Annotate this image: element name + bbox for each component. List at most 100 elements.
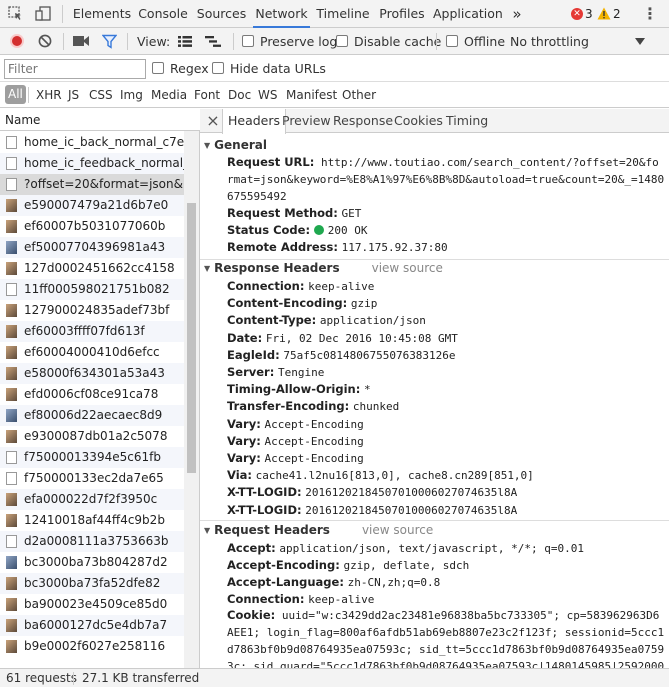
- request-row[interactable]: ba6000127dc5e4db7a7: [0, 615, 184, 636]
- large-rows-icon[interactable]: [178, 36, 192, 47]
- response-headers-section-header[interactable]: ▼ Response Headers view source: [204, 260, 443, 277]
- error-count[interactable]: 3: [585, 0, 593, 28]
- request-row[interactable]: d2a0008111a3753663b: [0, 531, 184, 552]
- request-view-source-link[interactable]: view source: [362, 523, 433, 537]
- request-row[interactable]: home_ic_feedback_normal_...: [0, 153, 184, 174]
- scrollbar-thumb[interactable]: [187, 203, 196, 473]
- request-row[interactable]: efa000022d7f2f3950c: [0, 489, 184, 510]
- throttling-dropdown-icon[interactable]: [635, 38, 645, 45]
- hide-data-urls-label[interactable]: Hide data URLs: [230, 55, 326, 82]
- header-value: keep-alive: [308, 280, 375, 293]
- type-xhr[interactable]: XHR: [36, 82, 62, 108]
- request-row[interactable]: bc3000ba73fa52dfe82: [0, 573, 184, 594]
- inspect-element-icon[interactable]: [8, 6, 23, 21]
- tab-sources[interactable]: Sources: [194, 0, 249, 28]
- type-js[interactable]: JS: [68, 82, 79, 108]
- warning-icon[interactable]: [597, 7, 611, 20]
- image-thumbnail-icon: [6, 346, 17, 359]
- request-row[interactable]: 11ff000598021751b082: [0, 279, 184, 300]
- throttling-select[interactable]: No throttling: [510, 28, 589, 55]
- tab-timeline[interactable]: Timeline: [315, 0, 371, 28]
- filter-funnel-icon[interactable]: [101, 34, 118, 49]
- disable-cache-label[interactable]: Disable cache: [354, 28, 441, 55]
- devtools-menu-icon[interactable]: ⋮: [640, 0, 660, 28]
- type-img[interactable]: Img: [120, 82, 143, 108]
- request-name: 11ff000598021751b082: [24, 282, 170, 296]
- tab-preview[interactable]: Preview: [282, 109, 331, 133]
- tab-headers[interactable]: Headers: [222, 109, 287, 134]
- filter-input[interactable]: [4, 59, 146, 79]
- tab-response[interactable]: Response: [333, 109, 393, 133]
- request-row[interactable]: home_ic_back_normal_c7e1...: [0, 132, 184, 153]
- offline-label[interactable]: Offline: [464, 28, 505, 55]
- header-key: Server:: [227, 365, 275, 379]
- response-header-row: Via: cache41.l2nu16[813,0], cache8.cn289…: [227, 467, 534, 484]
- request-row[interactable]: ef60003ffff07fd613f: [0, 321, 184, 342]
- hide-data-urls-checkbox[interactable]: [212, 62, 224, 74]
- name-column-header[interactable]: Name: [0, 109, 200, 131]
- preserve-log-label[interactable]: Preserve log: [260, 28, 337, 55]
- request-row[interactable]: 127900024835adef73bf: [0, 300, 184, 321]
- type-css[interactable]: CSS: [89, 82, 113, 108]
- general-section-header[interactable]: ▼ General: [204, 137, 267, 154]
- request-row[interactable]: f75000013394e5c61fb: [0, 447, 184, 468]
- screenshot-camera-icon[interactable]: [73, 35, 90, 47]
- request-row[interactable]: efd0006cf08ce91ca78: [0, 384, 184, 405]
- waterfall-overview-icon[interactable]: [205, 36, 221, 47]
- general-title: General: [214, 138, 267, 152]
- type-manifest[interactable]: Manifest: [286, 82, 337, 108]
- request-row[interactable]: ?offset=20&format=json&k...: [0, 174, 184, 195]
- type-ws[interactable]: WS: [258, 82, 277, 108]
- type-other[interactable]: Other: [342, 82, 376, 108]
- request-list-scrollbar[interactable]: [184, 131, 199, 668]
- type-font[interactable]: Font: [194, 82, 220, 108]
- status-code-key: Status Code:: [227, 223, 311, 237]
- request-row[interactable]: f750000133ec2da7e65: [0, 468, 184, 489]
- type-doc[interactable]: Doc: [228, 82, 251, 108]
- request-header-row: Accept: application/json, text/javascrip…: [227, 540, 584, 557]
- request-row[interactable]: ef50007704396981a43: [0, 237, 184, 258]
- tab-cookies[interactable]: Cookies: [394, 109, 443, 133]
- header-key: Vary:: [227, 416, 261, 431]
- type-media[interactable]: Media: [151, 82, 187, 108]
- tab-timing[interactable]: Timing: [446, 109, 488, 133]
- tab-console[interactable]: Console: [136, 0, 190, 28]
- request-row[interactable]: b9e0002f6027e258116: [0, 636, 184, 657]
- regex-checkbox[interactable]: [152, 62, 164, 74]
- error-icon[interactable]: ✕: [571, 8, 583, 20]
- close-detail-icon[interactable]: ×: [206, 109, 220, 133]
- image-thumbnail-icon: [6, 598, 17, 611]
- request-row[interactable]: 12410018af44ff4c9b2b: [0, 510, 184, 531]
- type-all[interactable]: All: [5, 85, 26, 104]
- request-name: bc3000ba73fa52dfe82: [24, 576, 161, 590]
- request-row[interactable]: e58000f634301a53a43: [0, 363, 184, 384]
- tab-network[interactable]: Network: [253, 0, 310, 28]
- transferred-size: 27.1 KB transferred: [82, 671, 200, 685]
- tab-elements[interactable]: Elements: [72, 0, 132, 28]
- record-button[interactable]: [10, 34, 24, 48]
- request-row[interactable]: bc3000ba73b804287d2: [0, 552, 184, 573]
- request-row[interactable]: ef60004000410d6efcc: [0, 342, 184, 363]
- image-thumbnail-icon: [6, 220, 17, 233]
- tab-application[interactable]: Application: [433, 0, 503, 28]
- preserve-log-checkbox[interactable]: [242, 35, 254, 47]
- disable-cache-checkbox[interactable]: [336, 35, 348, 47]
- regex-label[interactable]: Regex: [170, 55, 209, 82]
- request-detail-panel: × Headers Preview Response Cookies Timin…: [200, 109, 669, 668]
- request-row[interactable]: e9300087db01a2c5078: [0, 426, 184, 447]
- request-row[interactable]: e590007479a21d6b7e0: [0, 195, 184, 216]
- request-row[interactable]: ef80006d22aecaec8d9: [0, 405, 184, 426]
- tab-profiles[interactable]: Profiles: [376, 0, 428, 28]
- offline-checkbox[interactable]: [446, 35, 458, 47]
- image-thumbnail-icon: [6, 199, 17, 212]
- more-tabs-button[interactable]: »: [507, 0, 527, 28]
- clear-icon[interactable]: [38, 34, 52, 48]
- request-row[interactable]: ef60007b5031077060b: [0, 216, 184, 237]
- request-row[interactable]: 127d0002451662cc4158: [0, 258, 184, 279]
- warning-count[interactable]: 2: [613, 0, 621, 28]
- device-mode-icon[interactable]: [35, 6, 52, 21]
- header-key: X-TT-LOGID:: [227, 485, 302, 500]
- request-row[interactable]: ba900023e4509ce85d0: [0, 594, 184, 615]
- response-view-source-link[interactable]: view source: [372, 261, 443, 275]
- request-headers-section-header[interactable]: ▼ Request Headers view source: [204, 522, 433, 539]
